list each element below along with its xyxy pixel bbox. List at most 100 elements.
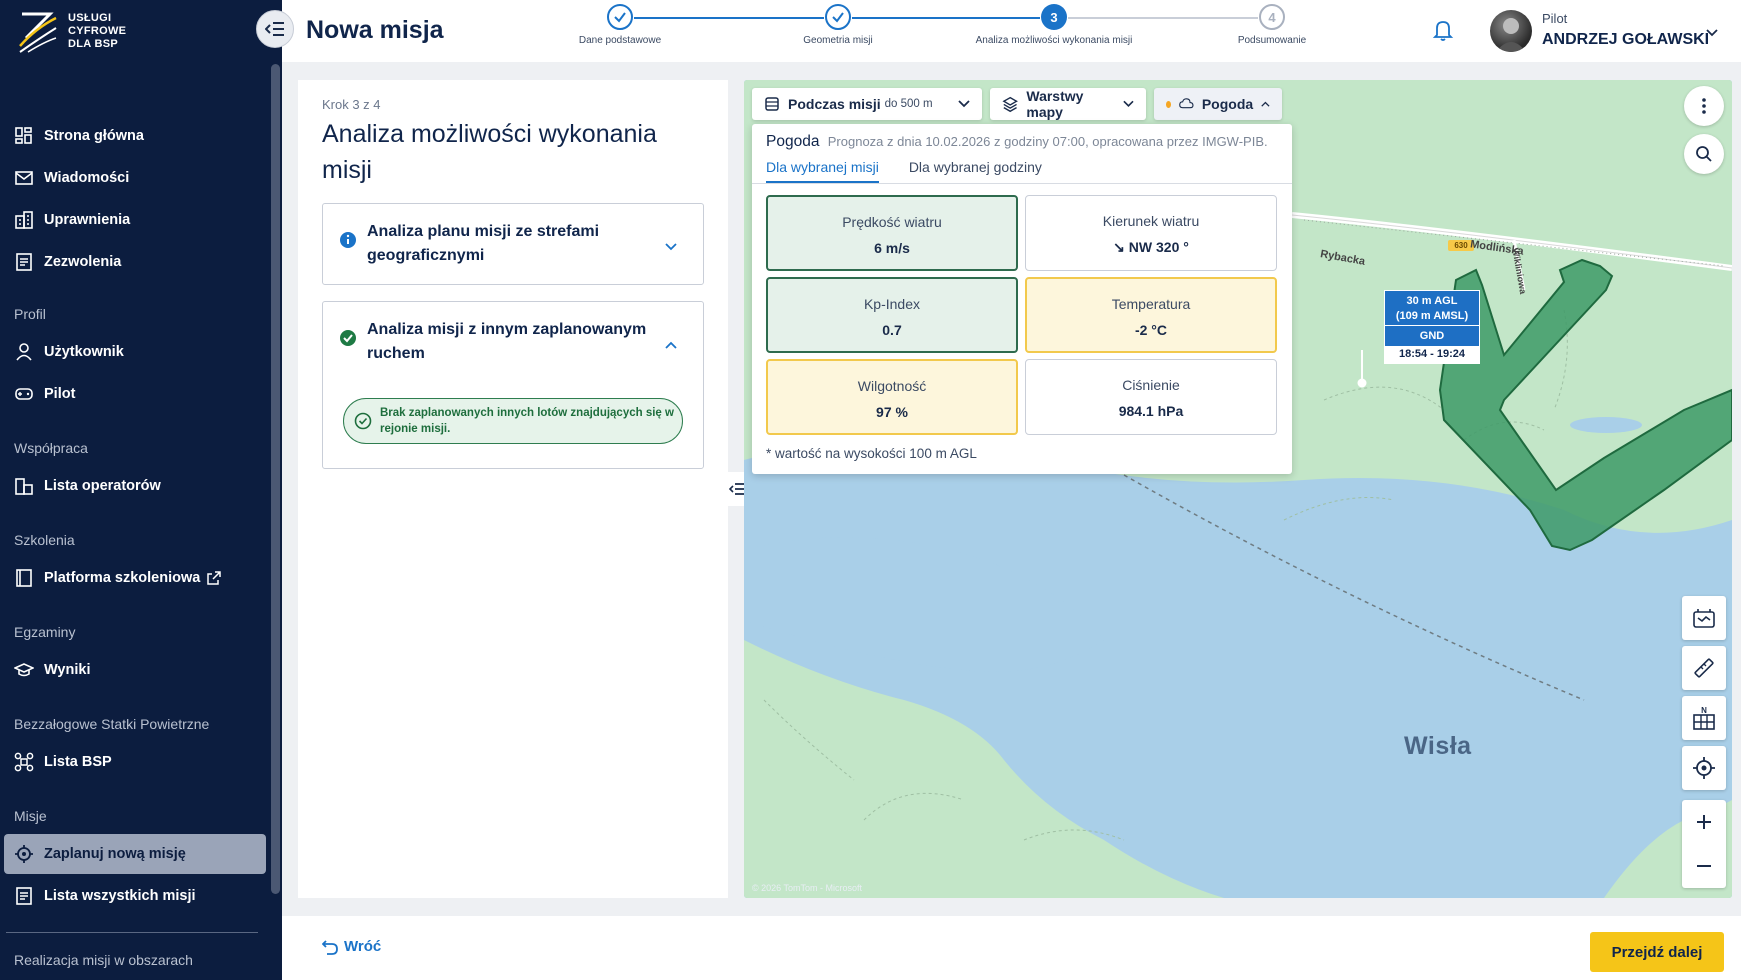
- geo-zones-analysis-card[interactable]: Analiza planu misji ze strefami geografi…: [322, 203, 704, 285]
- step-4[interactable]: 4 Podsumowanie: [1172, 4, 1372, 46]
- sidebar-item-all-missions[interactable]: Lista wszystkich misji: [4, 876, 266, 916]
- map-more-button[interactable]: [1684, 86, 1724, 126]
- sidebar-item-label: Lista BSP: [44, 754, 112, 770]
- card-title: Analiza misji z innym zaplanowanym ruche…: [367, 321, 647, 362]
- step-number: 4: [1259, 4, 1285, 30]
- sidebar-item-plan-mission[interactable]: Zaplanuj nową misję: [4, 834, 266, 874]
- tab-selected-mission[interactable]: Dla wybranej misji: [766, 159, 879, 183]
- expand-toggle[interactable]: [665, 238, 677, 256]
- during-label: Podczas misji: [788, 96, 881, 112]
- weather-cell-temperature: Temperatura -2 °C: [1025, 277, 1277, 353]
- sidebar-item-label: Pilot: [44, 386, 76, 402]
- gamepad-icon: [15, 388, 33, 400]
- sidebar-scrollbar[interactable]: [271, 64, 280, 894]
- sidebar-item-pilot[interactable]: Pilot: [4, 374, 266, 414]
- sidebar-item-label: Wyniki: [44, 662, 91, 678]
- user-icon: [16, 343, 32, 361]
- user-role: Pilot: [1542, 11, 1568, 26]
- layers-label: Warstwy mapy: [1026, 88, 1084, 120]
- section-realizacja: Realizacja misji w obszarach: [14, 952, 193, 968]
- notice-text: Brak zaplanowanych innych lotów znajdują…: [380, 407, 674, 435]
- map-tool-area-button[interactable]: [1682, 596, 1726, 640]
- sidebar-item-permissions[interactable]: Uprawnienia: [4, 200, 266, 240]
- weather-note: * wartość na wysokości 100 m AGL: [766, 446, 977, 461]
- drone-icon: [14, 752, 34, 772]
- page-title: Nowa misja: [306, 16, 444, 44]
- back-button[interactable]: Wróć: [322, 938, 381, 955]
- permissions-icon: [15, 211, 33, 229]
- collapse-toggle[interactable]: [665, 336, 677, 354]
- section-egzaminy: Egzaminy: [14, 624, 76, 640]
- step-3[interactable]: 3 Analiza możliwości wykonania misji: [954, 4, 1154, 46]
- weather-title: Pogoda: [766, 133, 820, 150]
- weather-cell-kp-index: Kp-Index 0.7: [766, 277, 1018, 353]
- sidebar-item-label: Platforma szkoleniowa: [44, 570, 201, 586]
- check-circle-outline-icon: [354, 412, 372, 430]
- chevron-up-icon: [665, 341, 677, 349]
- svg-text:N: N: [1701, 706, 1707, 715]
- sidebar-item-bsp-list[interactable]: Lista BSP: [4, 742, 266, 782]
- sidebar-item-label: Uprawnienia: [44, 212, 131, 228]
- marker-amsl: (109 m AMSL): [1395, 310, 1469, 322]
- sidebar-item-operators[interactable]: Lista operatorów: [4, 466, 266, 506]
- sidebar-item-permits[interactable]: Zezwolenia: [4, 242, 266, 282]
- sidebar-item-label: Zezwolenia: [44, 254, 122, 270]
- back-label: Wróć: [344, 938, 382, 955]
- zoom-out-button[interactable]: [1682, 844, 1726, 888]
- collapse-panel-icon: [729, 483, 744, 495]
- chevron-down-icon: [1123, 100, 1134, 107]
- sidebar-item-results[interactable]: Wyniki: [4, 650, 266, 690]
- analysis-panel: Krok 3 z 4 Analiza możliwości wykonania …: [298, 80, 728, 898]
- user-menu-toggle[interactable]: [1706, 24, 1718, 42]
- database-icon: [765, 97, 779, 111]
- map-search-button[interactable]: [1684, 134, 1724, 174]
- brand-logo[interactable]: USŁUGI CYFROWE DLA BSP: [16, 8, 126, 54]
- weather-label: Pogoda: [1201, 96, 1254, 112]
- section-szkolenia: Szkolenia: [14, 532, 75, 548]
- sidebar-item-training-platform[interactable]: Platforma szkoleniowa: [4, 558, 266, 598]
- sidebar: USŁUGI CYFROWE DLA BSP Strona główna Wia…: [0, 0, 282, 980]
- zoom-in-button[interactable]: [1682, 800, 1726, 844]
- layers-icon: [1002, 96, 1018, 113]
- avatar[interactable]: [1490, 10, 1532, 52]
- locate-icon: [1693, 757, 1715, 779]
- sidebar-item-messages[interactable]: Wiadomości: [4, 158, 266, 198]
- chevron-down-icon: [1706, 29, 1718, 37]
- weather-cell-value: 0.7: [882, 322, 902, 338]
- weather-cell-label: Kp-Index: [863, 296, 921, 312]
- weather-dropdown[interactable]: Pogoda: [1154, 88, 1282, 120]
- user-name[interactable]: ANDRZEJ GOŁAWSKI: [1542, 31, 1709, 49]
- map-locate-button[interactable]: [1682, 746, 1726, 790]
- weather-cell-value: 97 %: [876, 404, 908, 420]
- tab-selected-hour[interactable]: Dla wybranej godziny: [909, 159, 1042, 183]
- step-2[interactable]: Geometria misji: [738, 4, 938, 46]
- next-button[interactable]: Przejdź dalej: [1590, 932, 1724, 972]
- mail-icon: [15, 171, 33, 185]
- sidebar-item-home[interactable]: Strona główna: [4, 116, 266, 156]
- mission-altitude-marker[interactable]: 30 m AGL (109 m AMSL) GND 18:54 - 19:24: [1384, 290, 1480, 364]
- traffic-analysis-card[interactable]: Analiza misji z innym zaplanowanym ruche…: [322, 301, 704, 469]
- step-label: Analiza możliwości wykonania misji: [975, 35, 1133, 46]
- footer-bar: Wróć Przejdź dalej: [282, 916, 1741, 980]
- map-layers-dropdown[interactable]: Warstwy mapy: [990, 88, 1146, 120]
- grid-north-icon: N: [1693, 706, 1715, 730]
- map-measure-button[interactable]: [1682, 646, 1726, 690]
- operators-icon: [15, 478, 33, 495]
- step-1[interactable]: Dane podstawowe: [520, 4, 720, 46]
- map-attribution: © 2026 TomTom - Microsoft: [752, 883, 862, 893]
- sidebar-item-user[interactable]: Użytkownik: [4, 332, 266, 372]
- map-grid-north-button[interactable]: N: [1682, 696, 1726, 740]
- during-mission-dropdown[interactable]: Podczas misji do 500 m: [752, 88, 982, 120]
- step-number: 3: [1041, 4, 1067, 30]
- zoom-controls: [1682, 800, 1726, 888]
- sidebar-collapse-button[interactable]: [256, 10, 294, 48]
- mission-map[interactable]: 630 Modlińska Rybacka Wikliniowa Wisła ©…: [744, 80, 1732, 898]
- crosshair-icon: [15, 845, 33, 863]
- check-circle-icon: [340, 330, 356, 346]
- document-icon: [16, 253, 32, 271]
- step-label: Dane podstawowe: [578, 35, 662, 46]
- map-area-icon: [1693, 609, 1715, 628]
- info-icon: [340, 232, 356, 248]
- top-header: Nowa misja Dane podstawowe Geometria mis…: [282, 0, 1741, 62]
- notifications-button[interactable]: [1432, 18, 1454, 47]
